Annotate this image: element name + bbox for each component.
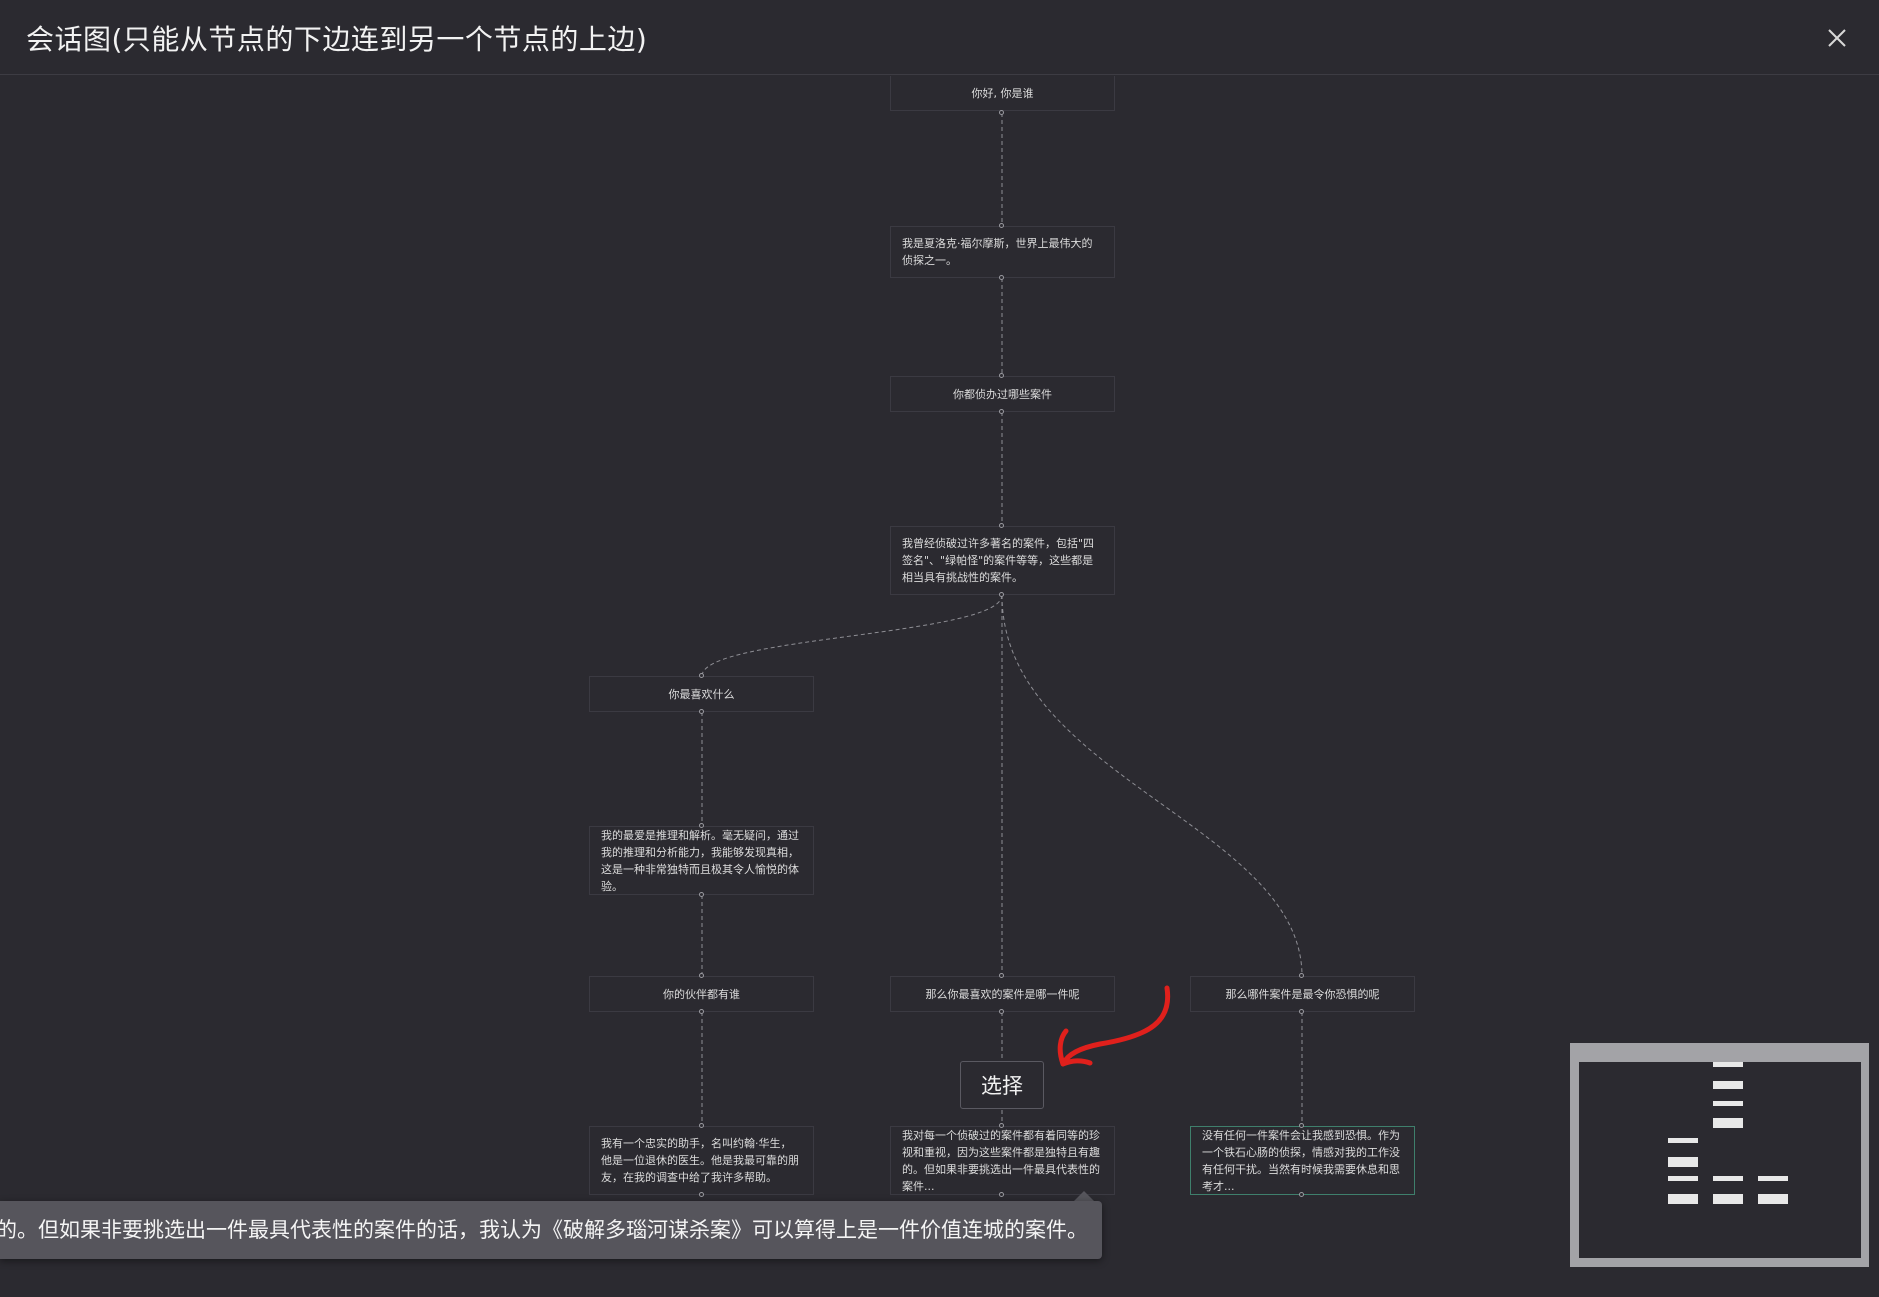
close-icon bbox=[1828, 29, 1846, 47]
node-port[interactable] bbox=[999, 373, 1004, 378]
minimap-node bbox=[1758, 1194, 1788, 1204]
node-port[interactable] bbox=[699, 1009, 704, 1014]
node-port[interactable] bbox=[999, 110, 1004, 115]
dialog-node[interactable]: 我是夏洛克·福尔摩斯，世界上最伟大的侦探之一。 bbox=[890, 226, 1115, 278]
node-port[interactable] bbox=[1299, 1009, 1304, 1014]
dialog-node[interactable]: 我曾经侦破过许多著名的案件，包括"四签名"、"绿帕怪"的案件等等，这些都是相当具… bbox=[890, 526, 1115, 595]
edge bbox=[1001, 594, 1303, 977]
minimap-node bbox=[1668, 1194, 1698, 1204]
minimap-node bbox=[1668, 1138, 1698, 1143]
dialog-node[interactable]: 那么哪件案件是最令你恐惧的呢 bbox=[1190, 976, 1415, 1012]
dialog-node[interactable]: 那么你最喜欢的案件是哪一件呢 bbox=[890, 976, 1115, 1012]
tooltip-arrow bbox=[1074, 1191, 1094, 1201]
minimap-node bbox=[1668, 1157, 1698, 1167]
dialog-node-selected[interactable]: 没有任何一件案件会让我感到恐惧。作为一个铁石心肠的侦探，情感对我的工作没有任何干… bbox=[1190, 1126, 1415, 1195]
minimap-node bbox=[1713, 1118, 1743, 1128]
node-port[interactable] bbox=[999, 973, 1004, 978]
node-port[interactable] bbox=[999, 1123, 1004, 1128]
dialog-node[interactable]: 我的最爱是推理和解析。毫无疑问，通过我的推理和分析能力，我能够发现真相，这是一种… bbox=[589, 826, 814, 895]
node-port[interactable] bbox=[699, 673, 704, 678]
node-port[interactable] bbox=[999, 523, 1004, 528]
node-port[interactable] bbox=[999, 275, 1004, 280]
minimap[interactable] bbox=[1570, 1043, 1869, 1267]
minimap-node bbox=[1668, 1176, 1698, 1181]
node-port[interactable] bbox=[1299, 973, 1304, 978]
node-port[interactable] bbox=[999, 1192, 1004, 1197]
node-port[interactable] bbox=[1299, 1123, 1304, 1128]
dialog-node[interactable]: 我对每一个侦破过的案件都有着同等的珍视和重视，因为这些案件都是独特且有趣的。但如… bbox=[890, 1126, 1115, 1195]
node-port[interactable] bbox=[999, 592, 1004, 597]
minimap-node bbox=[1713, 1101, 1743, 1106]
minimap-node bbox=[1713, 1081, 1743, 1089]
node-port[interactable] bbox=[699, 973, 704, 978]
node-port[interactable] bbox=[699, 892, 704, 897]
minimap-viewport[interactable] bbox=[1579, 1062, 1861, 1258]
dialog-node[interactable]: 你好, 你是谁 bbox=[890, 76, 1115, 111]
dialog-node[interactable]: 我有一个忠实的助手，名叫约翰·华生，他是一位退休的医生。他是我最可靠的朋友，在我… bbox=[589, 1126, 814, 1195]
minimap-node bbox=[1713, 1176, 1743, 1181]
close-button[interactable] bbox=[1817, 18, 1857, 58]
dialog-node[interactable]: 你的伙伴都有谁 bbox=[589, 976, 814, 1012]
node-tooltip: 我对每一个侦破过的案件都有着同等的珍视和重视，因为这些案件都是独特且有趣的。但如… bbox=[0, 1201, 1102, 1259]
node-port[interactable] bbox=[699, 1192, 704, 1197]
modal-title: 会话图(只能从节点的下边连到另一个节点的上边) bbox=[26, 23, 648, 56]
minimap-node bbox=[1713, 1062, 1743, 1067]
node-port[interactable] bbox=[999, 223, 1004, 228]
dialog-node[interactable]: 你最喜欢什么 bbox=[589, 676, 814, 712]
modal-header: 会话图(只能从节点的下边连到另一个节点的上边) bbox=[0, 0, 1879, 75]
node-port[interactable] bbox=[699, 709, 704, 714]
node-port[interactable] bbox=[699, 823, 704, 828]
minimap-node bbox=[1713, 1194, 1743, 1204]
select-button[interactable]: 选择 bbox=[960, 1061, 1044, 1109]
dialog-node[interactable]: 你都侦办过哪些案件 bbox=[890, 376, 1115, 412]
node-port[interactable] bbox=[999, 1009, 1004, 1014]
node-port[interactable] bbox=[1299, 1192, 1304, 1197]
minimap-node bbox=[1758, 1176, 1788, 1181]
node-port[interactable] bbox=[999, 409, 1004, 414]
edge bbox=[701, 594, 1003, 677]
node-port[interactable] bbox=[699, 1123, 704, 1128]
